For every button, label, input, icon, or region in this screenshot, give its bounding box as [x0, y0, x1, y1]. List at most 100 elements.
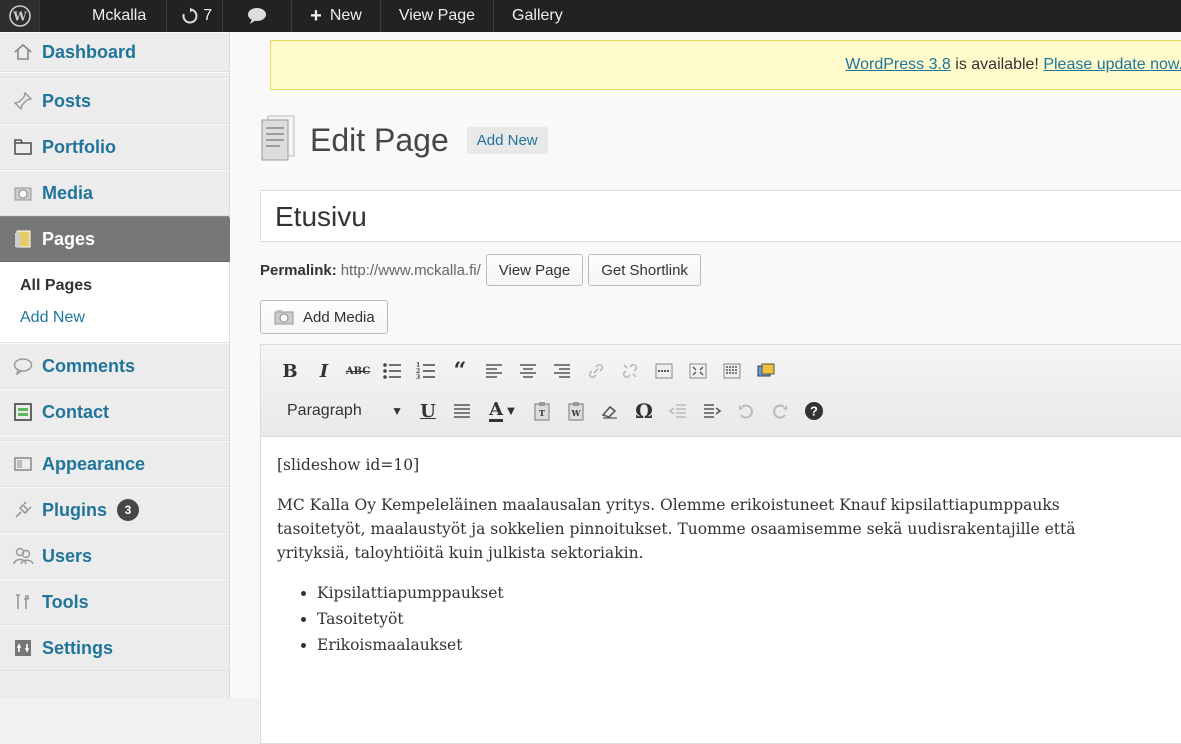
view-page-link[interactable]: View Page	[381, 0, 495, 32]
menu-posts[interactable]: Posts	[0, 78, 229, 124]
menu-comments[interactable]: Comments	[0, 343, 229, 389]
insert-more-icon[interactable]	[647, 356, 681, 386]
menu-dashboard-label: Dashboard	[42, 41, 137, 62]
eraser-icon[interactable]	[593, 396, 627, 426]
menu-appearance-label: Appearance	[42, 453, 146, 474]
plus-icon: +	[310, 4, 322, 27]
insert-link-icon[interactable]	[579, 356, 613, 386]
new-content-link[interactable]: + New	[292, 0, 381, 32]
updates-count: 7	[203, 7, 213, 24]
page-title: Edit Page	[310, 122, 449, 158]
fullscreen-icon[interactable]	[681, 356, 715, 386]
underline-button[interactable]: U	[411, 396, 445, 426]
pushpin-icon	[12, 90, 34, 112]
menu-settings[interactable]: Settings	[0, 625, 229, 671]
menu-appearance[interactable]: Appearance	[0, 441, 229, 487]
permalink-label: Permalink:	[260, 261, 337, 279]
paste-word-icon[interactable]: W	[559, 396, 593, 426]
undo-icon[interactable]	[729, 396, 763, 426]
permalink-url[interactable]: http://www.mckalla.fi/	[341, 262, 481, 279]
menu-plugins-label: Plugins	[42, 499, 108, 520]
menu-dashboard[interactable]: Dashboard	[0, 32, 229, 72]
align-right-icon[interactable]	[545, 356, 579, 386]
view-page-button[interactable]: View Page	[485, 254, 584, 286]
pages-icon	[12, 228, 34, 250]
content-editor: B I ABC 123 “ Paragraph ▼ U A ▼ T W Ω ? …	[260, 344, 1181, 744]
gallery-label: Gallery	[512, 7, 563, 24]
kitchen-sink-icon[interactable]	[715, 356, 749, 386]
unlink-icon[interactable]	[613, 356, 647, 386]
editor-content-area[interactable]: [slideshow id=10] MC Kalla Oy Kempeleläi…	[261, 437, 1181, 675]
menu-comments-label: Comments	[42, 355, 136, 376]
intro-line: MC Kalla Oy Kempeleläinen maalausalan yr…	[277, 496, 1060, 515]
text-color-button[interactable]: A ▼	[479, 396, 525, 426]
settings-icon	[12, 637, 34, 659]
add-media-label: Add Media	[303, 308, 375, 326]
bold-button[interactable]: B	[273, 356, 307, 386]
menu-posts-label: Posts	[42, 90, 92, 111]
justify-icon[interactable]	[445, 396, 479, 426]
editor-toolbar: B I ABC 123 “ Paragraph ▼ U A ▼ T W Ω ?	[261, 345, 1181, 437]
menu-contact[interactable]: Contact	[0, 389, 229, 435]
intro-line: tasoitetyöt, maalaustyöt ja sokkelien pi…	[277, 520, 1076, 539]
indent-icon[interactable]	[695, 396, 729, 426]
svg-text:W: W	[571, 408, 582, 418]
update-notice: WordPress 3.8 is available! Please updat…	[270, 40, 1181, 90]
comments-link[interactable]	[223, 0, 293, 32]
add-new-page-button[interactable]: Add New	[466, 127, 548, 154]
format-select[interactable]: Paragraph ▼	[273, 396, 407, 426]
svg-text:?: ?	[810, 404, 818, 419]
slideshow-shortcode: [slideshow id=10]	[277, 456, 420, 474]
submenu-all-pages[interactable]: All Pages	[0, 270, 229, 302]
menu-portfolio[interactable]: Portfolio	[0, 124, 229, 170]
update-now-link[interactable]: Please update now.	[1043, 56, 1181, 74]
get-shortlink-button[interactable]: Get Shortlink	[588, 254, 701, 286]
svg-text:3: 3	[416, 374, 420, 380]
menu-tools[interactable]: Tools	[0, 579, 229, 625]
services-list: Kipsilattiapumppaukset Tasoitetyöt Eriko…	[317, 581, 1181, 657]
contact-form-icon	[12, 401, 34, 423]
special-character-icon[interactable]: Ω	[627, 396, 661, 426]
wordpress-version-link[interactable]: WordPress 3.8	[845, 56, 951, 74]
comment-bubble-icon	[12, 355, 34, 377]
menu-media[interactable]: Media	[0, 170, 229, 216]
updates-link[interactable]: 7	[167, 0, 224, 32]
plugins-update-badge: 3	[117, 499, 140, 521]
add-media-button[interactable]: Add Media	[260, 300, 388, 334]
intro-paragraph: MC Kalla Oy Kempeleläinen maalausalan yr…	[277, 493, 1181, 565]
toolbar-row-2: Paragraph ▼ U A ▼ T W Ω ?	[273, 391, 1181, 431]
redo-icon[interactable]	[763, 396, 797, 426]
site-name-link[interactable]: Mckalla	[40, 0, 168, 32]
edit-page-icon	[260, 114, 296, 167]
outdent-icon[interactable]	[661, 396, 695, 426]
menu-pages[interactable]: Pages	[0, 216, 243, 263]
media-camera-icon	[274, 310, 294, 325]
site-name-label: Mckalla	[92, 7, 147, 24]
admin-sidebar: Dashboard Posts Portfolio Media Pages Al…	[0, 32, 243, 698]
help-icon[interactable]: ?	[797, 396, 831, 426]
folder-icon	[12, 136, 34, 158]
admin-bar: W Mckalla 7 + New View Page Gallery	[0, 0, 1181, 32]
menu-settings-label: Settings	[42, 637, 114, 658]
wordpress-logo-icon[interactable]: W	[0, 0, 40, 32]
post-title-input[interactable]: Etusivu	[260, 190, 1181, 242]
intro-line: yrityksiä, taloyhtiöitä kuin julkista se…	[277, 544, 644, 563]
align-left-icon[interactable]	[477, 356, 511, 386]
numbered-list-icon[interactable]: 123	[409, 356, 443, 386]
main-content: WordPress 3.8 is available! Please updat…	[230, 32, 1181, 744]
menu-plugins[interactable]: Plugins 3	[0, 487, 229, 533]
paste-text-icon[interactable]: T	[525, 396, 559, 426]
align-center-icon[interactable]	[511, 356, 545, 386]
appearance-icon	[12, 453, 34, 475]
insert-gallery-icon[interactable]	[749, 356, 783, 386]
permalink-row: Permalink: http://www.mckalla.fi/ View P…	[260, 254, 701, 286]
menu-users[interactable]: Users	[0, 533, 229, 579]
pages-submenu: All Pages Add New	[0, 262, 229, 343]
italic-button[interactable]: I	[307, 356, 341, 386]
blockquote-icon[interactable]: “	[443, 356, 477, 386]
gallery-link[interactable]: Gallery	[494, 0, 581, 32]
bullet-list-icon[interactable]	[375, 356, 409, 386]
submenu-add-new[interactable]: Add New	[0, 302, 229, 334]
speech-bubble-icon	[247, 7, 267, 25]
strikethrough-button[interactable]: ABC	[341, 356, 375, 386]
